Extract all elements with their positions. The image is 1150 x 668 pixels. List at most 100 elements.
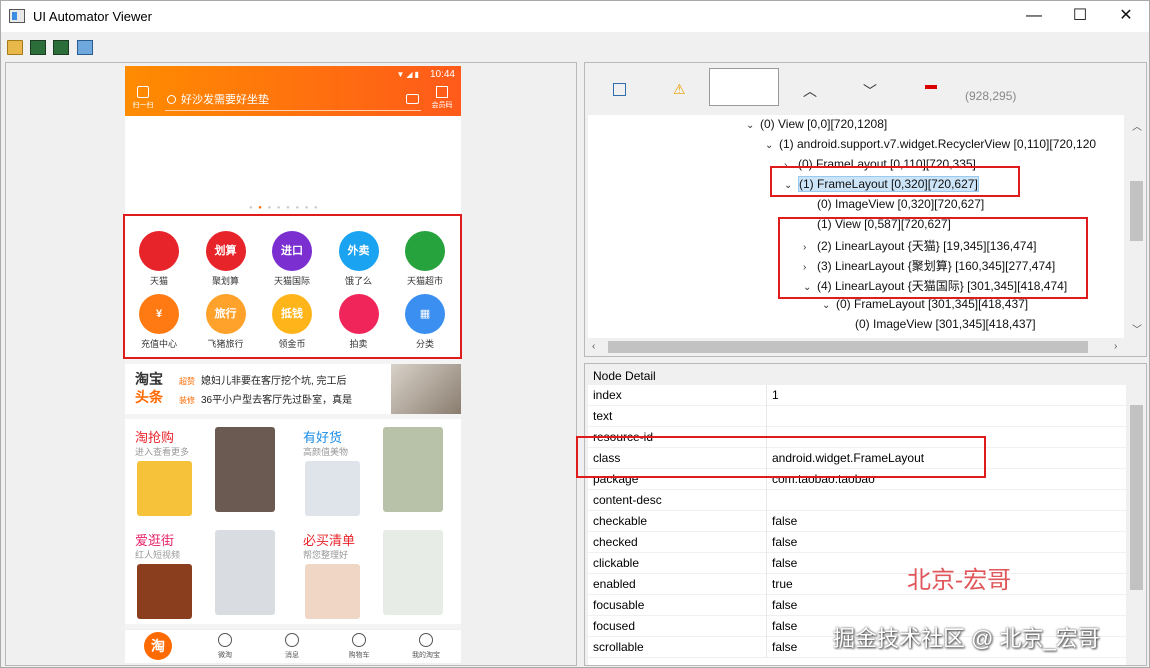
nav-item[interactable]: 微淘 [200, 633, 250, 660]
detail-row[interactable]: enabled true [588, 574, 1126, 595]
product-image [383, 530, 443, 615]
tree-vertical-scrollbar[interactable]: ︿ ﹀ [1127, 115, 1146, 338]
product-image [215, 427, 275, 512]
detail-value: false [772, 514, 798, 528]
detail-row[interactable]: clickable false [588, 553, 1126, 574]
promo-card[interactable]: 必买清单 帮您整理好 [293, 522, 461, 624]
chevron-down-icon[interactable]: ﹀ [863, 81, 877, 101]
nav-home-icon[interactable]: 淘 [144, 632, 172, 660]
member-code-button[interactable]: 会员码 [429, 86, 455, 110]
nav-item[interactable]: 购物车 [334, 633, 384, 660]
hierarchy-pane: ⚠ ︿ ﹀ (928,295) ⌄ (0) View [0,0][720,1208… [584, 62, 1147, 357]
camera-icon[interactable] [406, 94, 419, 104]
device-screenshot-icon[interactable] [30, 40, 46, 55]
detail-value: false [772, 640, 798, 654]
bottom-nav: 淘微淘 消息 购物车 我的淘宝 [125, 629, 461, 663]
tree-node[interactable]: ⌄ (1) android.support.v7.widget.RecyclerV… [765, 137, 1096, 151]
detail-row[interactable]: checked false [588, 532, 1126, 553]
detail-key: content-desc [593, 493, 662, 507]
promo-card[interactable]: 爱逛街 红人短视频 [125, 522, 293, 624]
highlight-box-selected-node [770, 166, 1020, 197]
search-icon [167, 95, 176, 104]
nav-item[interactable]: 消息 [267, 633, 317, 660]
nav-label: 购物车 [348, 652, 370, 659]
tree-node-label: (0) View [0,0][720,1208] [760, 117, 888, 131]
nav-label: 微淘 [218, 652, 232, 659]
app-window: UI Automator Viewer — ☐ ✕ ▼◢▮ 10:44 扫一扫 … [0, 0, 1150, 668]
detail-key: enabled [593, 577, 636, 591]
promo-card[interactable]: 淘抢购 进入查看更多 [125, 419, 293, 521]
tree-expander-icon[interactable]: ⌄ [765, 140, 779, 151]
nav-icon [419, 633, 433, 647]
tree-expander-icon[interactable]: ⌄ [746, 120, 760, 131]
detail-key: focused [593, 619, 636, 633]
main-toolbar [1, 32, 1149, 61]
maximize-button[interactable]: ☐ [1057, 1, 1103, 32]
chevron-up-icon[interactable]: ︿ [803, 81, 817, 101]
detail-value: true [772, 577, 793, 591]
detail-key: checkable [593, 514, 648, 528]
status-time: 10:44 [429, 69, 455, 80]
detail-row[interactable]: content-desc [588, 490, 1126, 511]
promo-card-title: 必买清单 [303, 533, 356, 548]
banner[interactable] [125, 116, 461, 216]
phone-top-bar: ▼◢▮ 10:44 扫一扫 好沙发需要好坐垫 会员码 [125, 66, 461, 116]
taobao-headline[interactable]: 淘宝 头条 超赞 媳妇儿非要在客厅挖个坑, 完工后 装修 36平小户型去客厅先过卧室，… [125, 364, 461, 414]
hierarchy-toolbar: ⚠ ︿ ﹀ (928,295) [585, 63, 1146, 115]
detail-key: checked [593, 535, 638, 549]
promo-card[interactable]: 有好货 高颜值美物 [293, 419, 461, 521]
coordinates: (928,295) [965, 89, 1017, 103]
nav-icon [285, 633, 299, 647]
detail-value: false [772, 619, 798, 633]
headline-logo: 淘宝 头条 [135, 371, 163, 405]
detail-scrollbar[interactable] [1127, 385, 1146, 665]
scan-button[interactable]: 扫一扫 [131, 86, 155, 110]
search-bar[interactable]: 好沙发需要好坐垫 [165, 91, 421, 111]
nav-icon [218, 633, 232, 647]
product-image [305, 564, 360, 619]
headline-image [391, 364, 461, 414]
close-button[interactable]: ✕ [1103, 1, 1149, 32]
scan-icon [137, 86, 149, 98]
nav-item[interactable]: 我的淘宝 [401, 633, 451, 660]
detail-key: text [593, 409, 613, 423]
detail-key: scrollable [593, 640, 644, 654]
headline-line-2[interactable]: 装修 36平小户型去客厅先过卧室，真是 [179, 391, 352, 406]
detail-value: false [772, 535, 798, 549]
promo-card-subtitle: 高颜值美物 [303, 447, 349, 457]
tree-expander-icon[interactable]: ⌄ [822, 300, 836, 311]
tree-horizontal-scrollbar[interactable]: ‹ › [588, 338, 1124, 356]
title-bar: UI Automator Viewer — ☐ ✕ [1, 1, 1149, 32]
tree-node[interactable]: ⌄ (0) FrameLayout [301,345][418,437] [822, 297, 1028, 311]
detail-key: clickable [593, 556, 640, 570]
device-screenshot[interactable]: ▼◢▮ 10:44 扫一扫 好沙发需要好坐垫 会员码 ● ● ● ● ● ● ●… [125, 66, 461, 663]
promo-card-subtitle: 红人短视频 [135, 550, 181, 560]
tree-node[interactable]: (0) ImageView [0,320][720,627] [803, 197, 984, 211]
minimize-button[interactable]: — [1011, 1, 1057, 32]
node-detail-title: Node Detail [593, 369, 656, 383]
tree-node[interactable]: ⌄ (0) View [0,0][720,1208] [746, 117, 887, 131]
nav-label: 消息 [285, 652, 299, 659]
promo-card-title: 有好货 [303, 430, 343, 445]
expand-all-icon[interactable] [613, 83, 626, 96]
open-folder-icon[interactable] [7, 40, 23, 55]
warning-icon[interactable]: ⚠ [673, 81, 686, 98]
save-icon[interactable] [77, 40, 93, 55]
detail-row[interactable]: checkable false [588, 511, 1126, 532]
nav-icon [352, 633, 366, 647]
detail-row[interactable]: focusable false [588, 595, 1126, 616]
device-screenshot-compressed-icon[interactable] [53, 40, 69, 55]
tree-node-label: (0) ImageView [301,345][418,437] [855, 317, 1036, 331]
tree-node-label: (0) ImageView [0,320][720,627] [817, 197, 985, 211]
detail-key: index [593, 388, 622, 402]
headline-line-1[interactable]: 超赞 媳妇儿非要在客厅挖个坑, 完工后 [179, 372, 347, 387]
detail-row[interactable]: text [588, 406, 1126, 427]
toggle-box[interactable] [709, 68, 779, 106]
detail-row[interactable]: index 1 [588, 385, 1126, 406]
product-image [383, 427, 443, 512]
highlight-box-grid [123, 214, 462, 359]
promo-card-subtitle: 进入查看更多 [135, 447, 190, 457]
product-image [215, 530, 275, 615]
tree-node[interactable]: (0) ImageView [301,345][418,437] [841, 317, 1036, 331]
remove-icon[interactable] [925, 85, 937, 89]
